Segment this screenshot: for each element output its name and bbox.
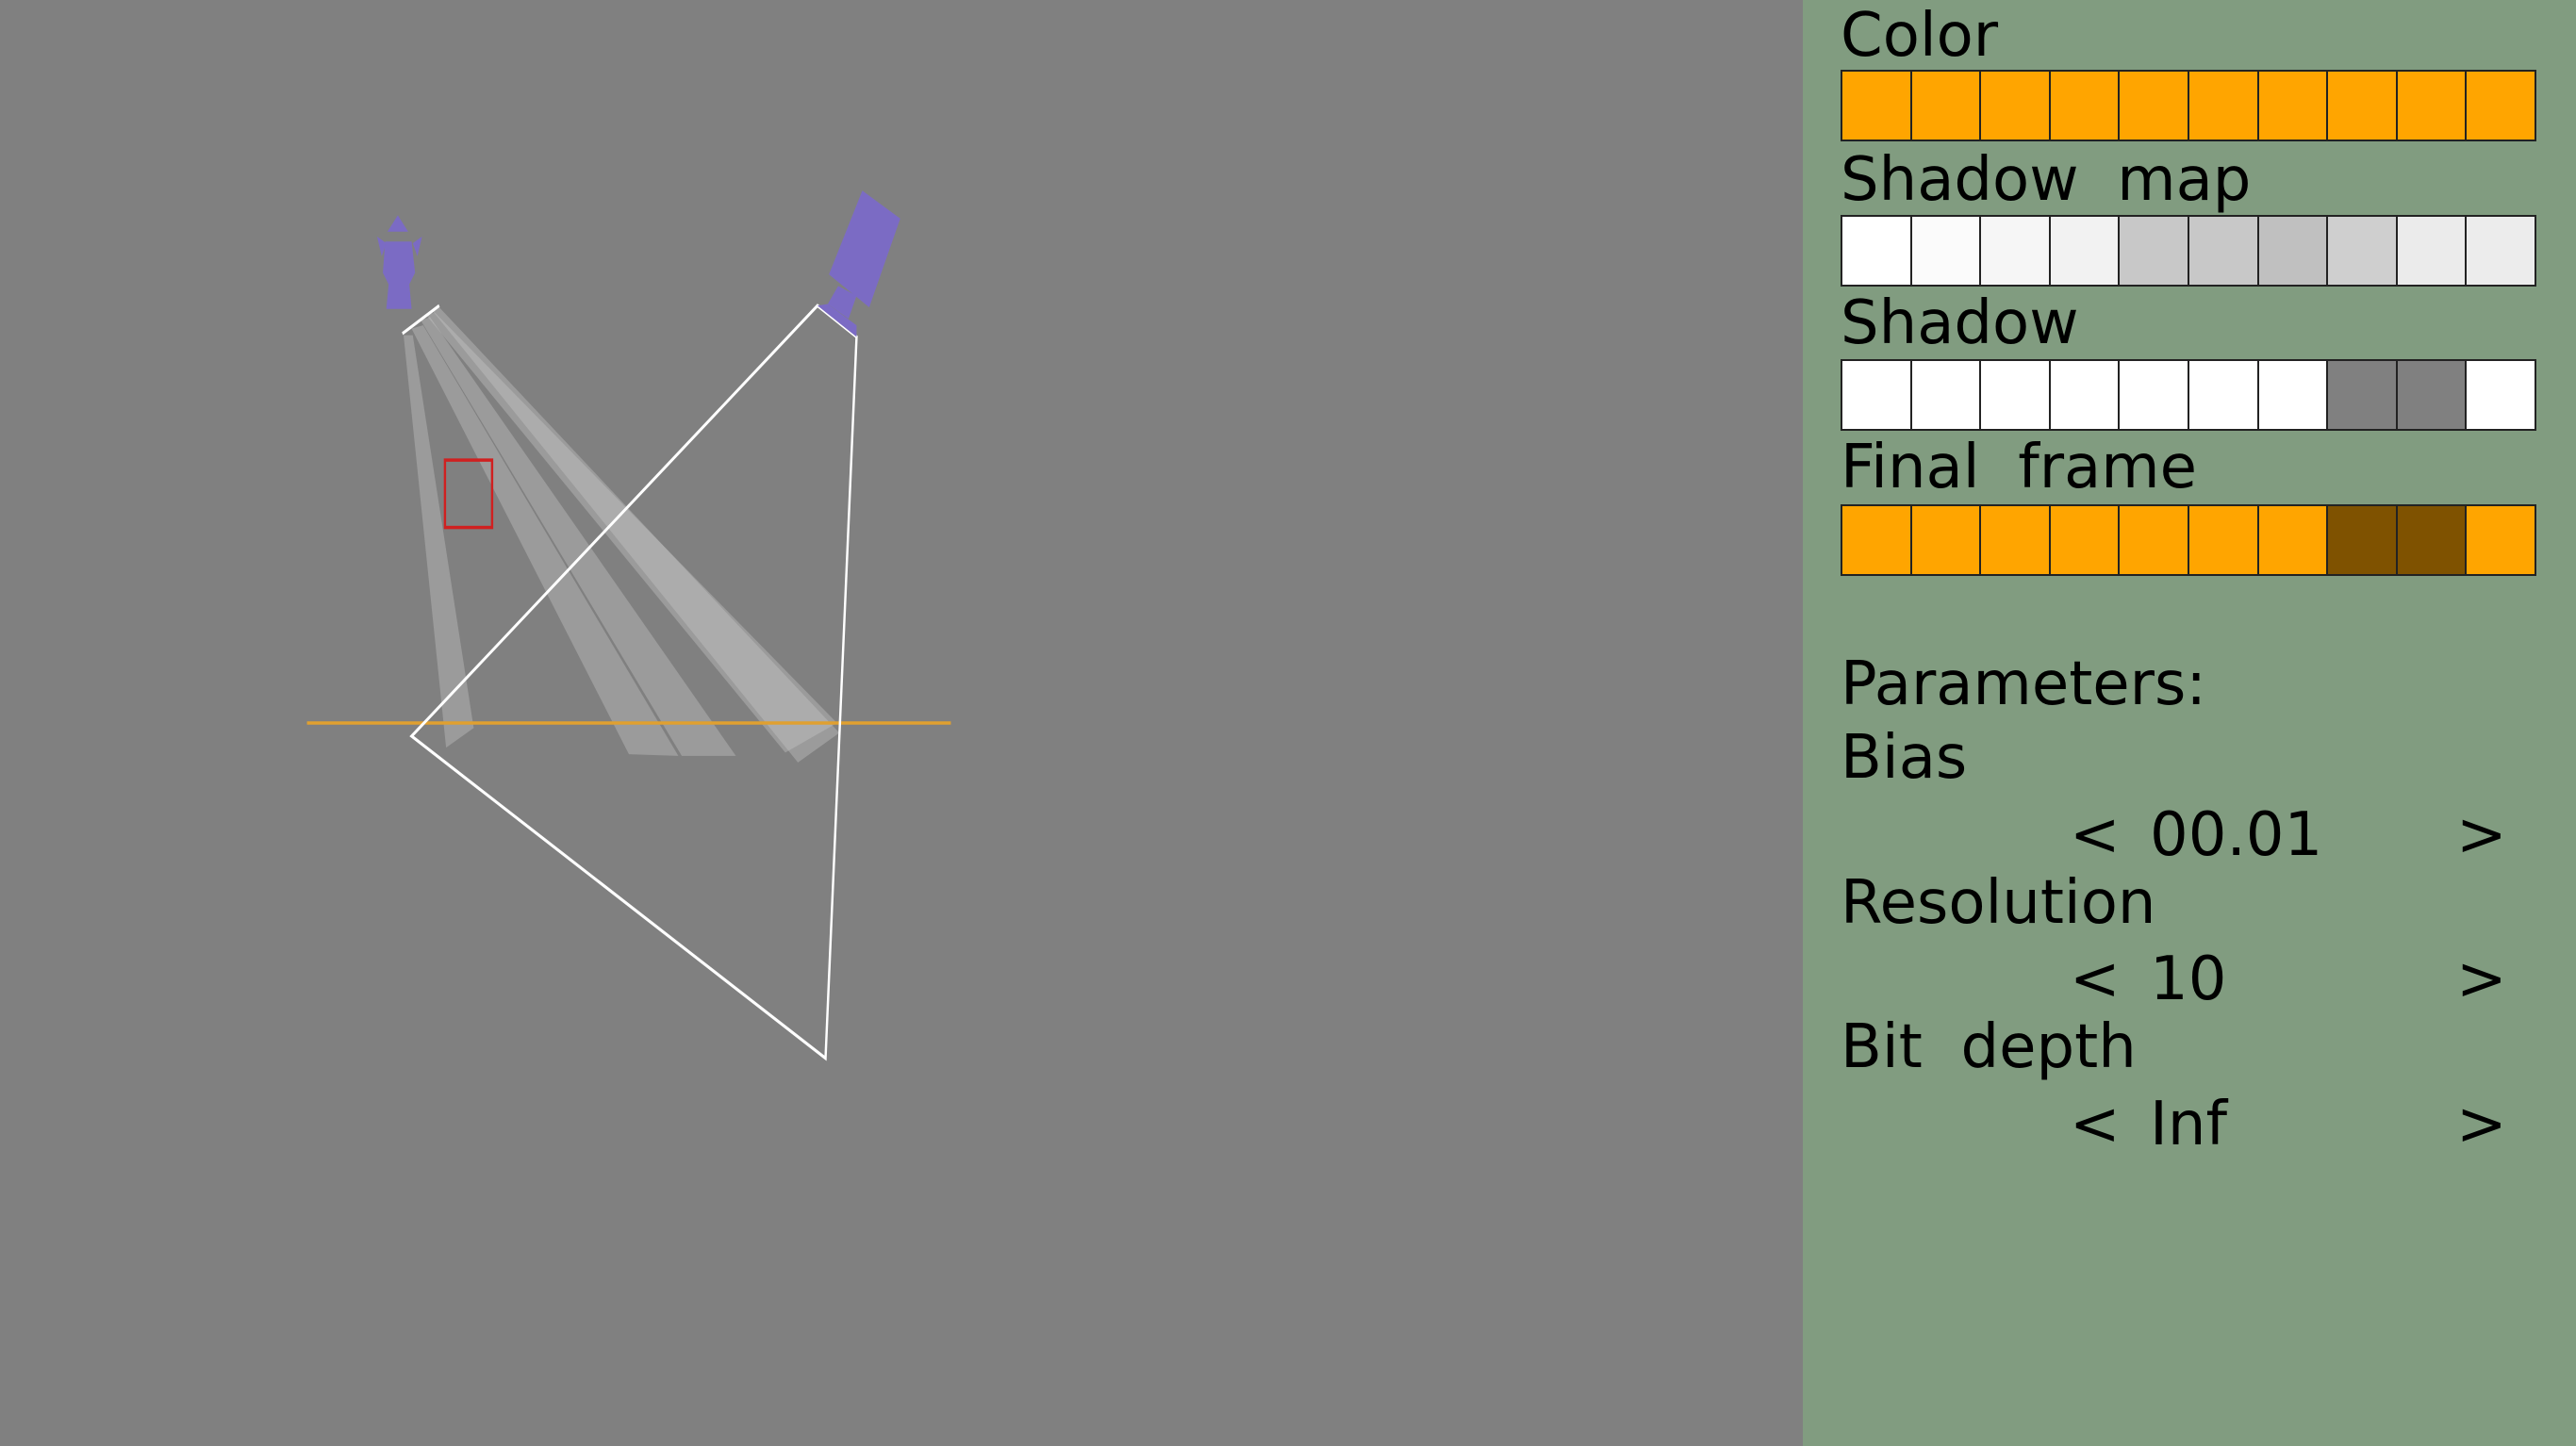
strip-cell	[2328, 217, 2398, 285]
point-light-icon[interactable]	[376, 215, 422, 309]
bit-depth-control: < Inf >	[1803, 1089, 2576, 1160]
strip-cell	[2258, 217, 2329, 285]
parameters-heading: Parameters:	[1841, 649, 2206, 719]
strip-cell	[2050, 72, 2121, 140]
shadow-label: Shadow	[1841, 288, 2079, 358]
bias-control: < 00.01 >	[1803, 799, 2576, 871]
strip-cell	[2397, 217, 2468, 285]
resolution-increase-button[interactable]: >	[2456, 944, 2507, 1015]
strip-cell	[1842, 72, 1912, 140]
strip-cell	[2188, 506, 2259, 574]
strip-cell	[2397, 506, 2468, 574]
strip-cell	[2467, 506, 2535, 574]
strip-cell	[2050, 361, 2121, 429]
strip-cell	[2050, 217, 2121, 285]
settings-panel: Color Shadow map Shadow Final frame Para…	[1803, 0, 2576, 1446]
strip-cell	[2467, 361, 2535, 429]
resolution-value: 10	[2150, 945, 2227, 1014]
strip-cell	[1911, 217, 1982, 285]
resolution-label: Resolution	[1841, 868, 2156, 938]
strip-cell	[2328, 506, 2398, 574]
strip-cell	[1842, 217, 1912, 285]
strip-cell	[1842, 361, 1912, 429]
bit-depth-label: Bit depth	[1841, 1012, 2137, 1082]
shadow-strip	[1841, 359, 2536, 431]
strip-cell	[1911, 72, 1982, 140]
light-ray	[421, 317, 736, 756]
strip-cell	[2120, 217, 2189, 285]
strip-cell	[2467, 72, 2535, 140]
strip-cell	[1911, 506, 1982, 574]
strip-cell	[1981, 72, 2051, 140]
bit-depth-decrease-button[interactable]: <	[2070, 1089, 2121, 1160]
bit-depth-increase-button[interactable]: >	[2456, 1089, 2507, 1160]
strip-cell	[1981, 361, 2051, 429]
bit-depth-value: Inf	[2150, 1090, 2227, 1159]
strip-cell	[1981, 217, 2051, 285]
light-rays	[404, 306, 840, 763]
color-strip	[1841, 70, 2536, 141]
strip-cell	[2050, 506, 2121, 574]
scene-canvas	[306, 190, 951, 1061]
strip-cell	[2188, 72, 2259, 140]
strip-cell	[1911, 361, 1982, 429]
camera-icon[interactable]	[817, 190, 900, 337]
strip-cell	[2120, 361, 2189, 429]
strip-cell	[2258, 506, 2329, 574]
strip-cell	[2328, 72, 2398, 140]
strip-cell	[2188, 361, 2259, 429]
bias-increase-button[interactable]: >	[2456, 799, 2507, 871]
shadow-map-label: Shadow map	[1841, 145, 2252, 215]
scene-viewport[interactable]	[0, 0, 1803, 1446]
strip-cell	[2120, 72, 2189, 140]
strip-cell	[2258, 361, 2329, 429]
strip-cell	[2397, 361, 2468, 429]
strip-cell	[2258, 72, 2329, 140]
strip-cell	[1981, 506, 2051, 574]
bias-decrease-button[interactable]: <	[2070, 799, 2121, 871]
resolution-control: < 10 >	[1803, 944, 2576, 1015]
color-label: Color	[1841, 1, 1999, 71]
strip-cell	[2397, 72, 2468, 140]
strip-cell	[1842, 506, 1912, 574]
strip-cell	[2188, 217, 2259, 285]
strip-cell	[2467, 217, 2535, 285]
strip-cell	[2328, 361, 2398, 429]
strip-cell	[2120, 506, 2189, 574]
resolution-decrease-button[interactable]: <	[2070, 944, 2121, 1015]
bias-value: 00.01	[2150, 800, 2323, 870]
shadow-map-strip	[1841, 215, 2536, 287]
final-frame-strip	[1841, 504, 2536, 576]
bias-label: Bias	[1841, 723, 1968, 793]
final-frame-label: Final frame	[1841, 433, 2197, 502]
